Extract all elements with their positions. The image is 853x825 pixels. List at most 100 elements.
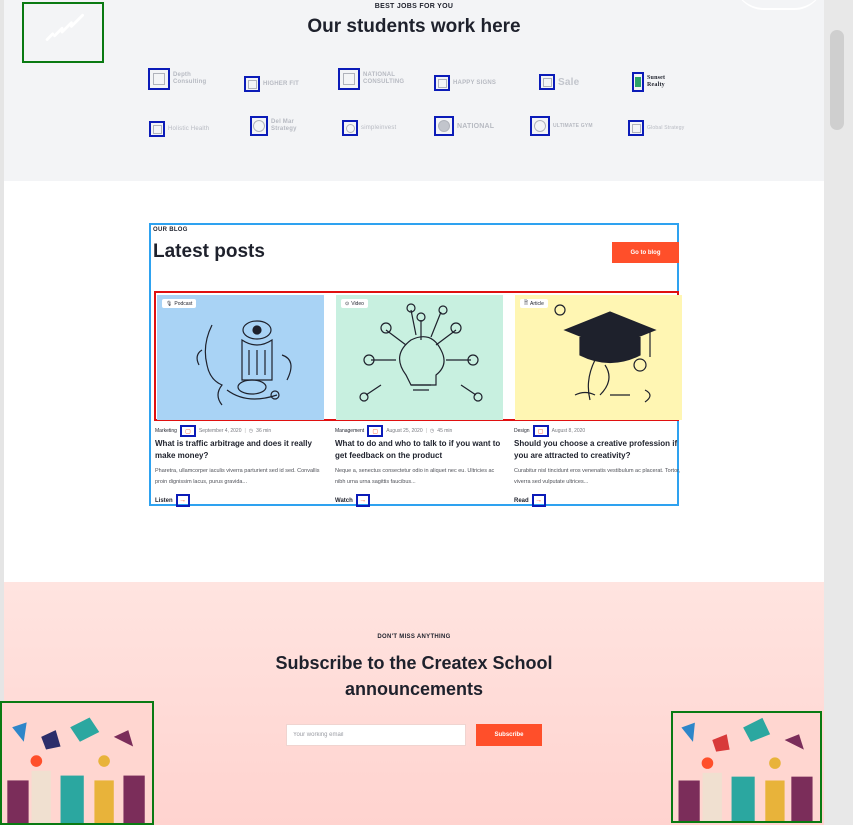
post-category[interactable]: Management <box>335 428 364 434</box>
go-to-blog-button[interactable]: Go to blog <box>612 242 679 263</box>
partner-logo-text: ULTIMATE GYM <box>553 122 593 129</box>
partner-logo-text: Holistic Health <box>168 125 210 132</box>
chart-icon <box>148 68 170 90</box>
post-meta: Design ▢ August 8, 2020 <box>514 425 586 437</box>
graduation-cap-illustration <box>554 304 657 403</box>
post-title[interactable]: What is traffic arbitrage and does it re… <box>155 438 323 462</box>
scrollbar[interactable] <box>824 0 853 825</box>
partner-logo-depth[interactable]: Depth Consulting <box>148 67 206 91</box>
post-image-article[interactable]: 🗎 Article <box>515 295 682 420</box>
post-duration: 36 min <box>256 428 272 434</box>
scrollbar-thumb[interactable] <box>830 30 844 130</box>
graduates-icon <box>678 717 813 821</box>
sign-icon <box>434 75 450 91</box>
subscribe-title: Subscribe to the Createx School announce… <box>275 653 553 699</box>
blog-title: Latest posts <box>153 241 265 262</box>
partners-eyebrow: BEST JOBS FOR YOU <box>374 3 454 10</box>
post-tag-label: Article <box>530 300 544 307</box>
subscribe-button[interactable]: Subscribe <box>476 724 542 746</box>
partner-logo-sunset-realty[interactable]: Sunset Realty <box>632 70 665 94</box>
coin-icon <box>342 120 358 136</box>
post-description: Pharetra, ullamcorper iaculis viverra pa… <box>155 468 320 485</box>
post-duration: 45 min <box>437 428 453 434</box>
partner-logo-ultimate-gym[interactable]: ULTIMATE GYM <box>530 114 593 138</box>
graduates-illustration-right <box>671 711 822 823</box>
partner-logo-global-strategy[interactable]: Global Strategy <box>628 116 684 140</box>
chevrons-logo-icon <box>45 13 85 41</box>
post-date: August 25, 2020 <box>386 428 423 434</box>
post-description: Neque a, senectus consectetur odio in al… <box>335 468 495 485</box>
globe-icon <box>434 116 454 136</box>
listen-link[interactable]: Listen → <box>155 494 190 507</box>
site-logo[interactable] <box>22 2 104 63</box>
clock-icon: ◷ <box>429 428 435 434</box>
post-tag-label: Video <box>351 300 364 307</box>
partner-logo-text: Global Strategy <box>647 124 685 131</box>
graduates-icon <box>7 717 145 823</box>
watch-link[interactable]: Watch → <box>335 494 370 507</box>
link-label: Read <box>514 497 529 504</box>
circle-logo-icon <box>250 116 268 136</box>
arrow-right-icon: → <box>531 494 546 507</box>
partner-logo-text: Sale <box>558 76 580 88</box>
meta-divider: | <box>425 428 427 434</box>
tag-icon <box>539 74 555 90</box>
partners-section: BEST JOBS FOR YOU Our students work here… <box>4 0 824 181</box>
link-label: Listen <box>155 497 173 504</box>
calendar-icon: ▢ <box>179 425 196 437</box>
partner-logo-text: Del Mar Strategy <box>271 119 297 132</box>
meta-divider: | <box>244 428 246 434</box>
graduates-illustration-left <box>0 701 154 825</box>
calendar-icon: ▢ <box>367 425 384 437</box>
post-description: Curabitur nisl tincidunt eros venenatis … <box>514 468 681 485</box>
partners-title: Our students work here <box>307 16 521 37</box>
face-illustration <box>196 320 292 406</box>
blog-eyebrow: OUR BLOG <box>153 227 188 233</box>
partner-logo-higherfit[interactable]: HIGHER FIT <box>244 72 299 96</box>
subscribe-eyebrow: DON'T MISS ANYTHING <box>377 634 451 640</box>
post-tag: 🎙 Podcast <box>162 299 197 308</box>
mic-icon: 🎙 <box>166 300 173 307</box>
arrow-right-icon: → <box>355 494 370 507</box>
post-title[interactable]: Should you choose a creative profession … <box>514 438 682 462</box>
email-field[interactable] <box>286 724 466 746</box>
house-icon <box>632 72 644 92</box>
partner-logo-holistic-health[interactable]: Holistic Health <box>149 117 209 141</box>
partner-logo-text: NATIONAL <box>457 122 495 130</box>
post-meta: Marketing ▢ September 4, 2020 | ◷ 36 min <box>155 425 272 437</box>
partner-logo-happysigns[interactable]: HAPPY SIGNS <box>434 71 496 95</box>
partner-logo-national-consulting[interactable]: NATIONAL CONSULTING <box>338 67 404 91</box>
partner-logo-national[interactable]: NATIONAL <box>434 114 494 138</box>
post-category[interactable]: Design <box>514 428 530 434</box>
post-date: August 8, 2020 <box>551 428 586 434</box>
post-category[interactable]: Marketing <box>155 428 177 434</box>
arrow-right-icon: → <box>175 494 190 507</box>
calendar-icon: ▢ <box>532 425 549 437</box>
leaf-icon <box>149 121 165 137</box>
partner-logo-delmar[interactable]: Del Mar Strategy <box>250 114 297 138</box>
post-image-video[interactable]: ⊙ Video <box>336 295 503 420</box>
strategy-icon <box>628 120 644 136</box>
partner-logo-text: NATIONAL CONSULTING <box>363 72 405 85</box>
document-icon <box>338 68 360 90</box>
file-icon: 🗎 <box>524 299 529 306</box>
link-label: Watch <box>335 497 353 504</box>
post-images-row: 🎙 Podcast ⊙ Video 🗎 Article <box>154 291 682 421</box>
post-tag: 🗎 Article <box>520 299 548 308</box>
post-tag: ⊙ Video <box>341 299 368 308</box>
page: BEST JOBS FOR YOU Our students work here… <box>0 0 853 825</box>
partner-logo-simpleinvest[interactable]: simpleinvest <box>342 116 396 140</box>
play-icon: ⊙ <box>345 300 350 307</box>
post-date: September 4, 2020 <box>198 428 242 434</box>
dumbbell-icon <box>530 116 550 136</box>
partner-logo-text: HAPPY SIGNS <box>453 79 497 86</box>
read-link[interactable]: Read → <box>514 494 546 507</box>
lightbulbs-illustration <box>359 303 483 402</box>
partner-logo-sale[interactable]: Sale <box>539 70 579 94</box>
post-image-podcast[interactable]: 🎙 Podcast <box>157 295 324 420</box>
partner-logo-text: Sunset Realty <box>647 75 666 88</box>
partner-logo-text: Depth Consulting <box>173 72 207 85</box>
post-title[interactable]: What to do and who to talk to if you wan… <box>335 438 503 462</box>
post-tag-label: Podcast <box>174 300 193 307</box>
partner-logo-text: HIGHER FIT <box>263 80 299 87</box>
